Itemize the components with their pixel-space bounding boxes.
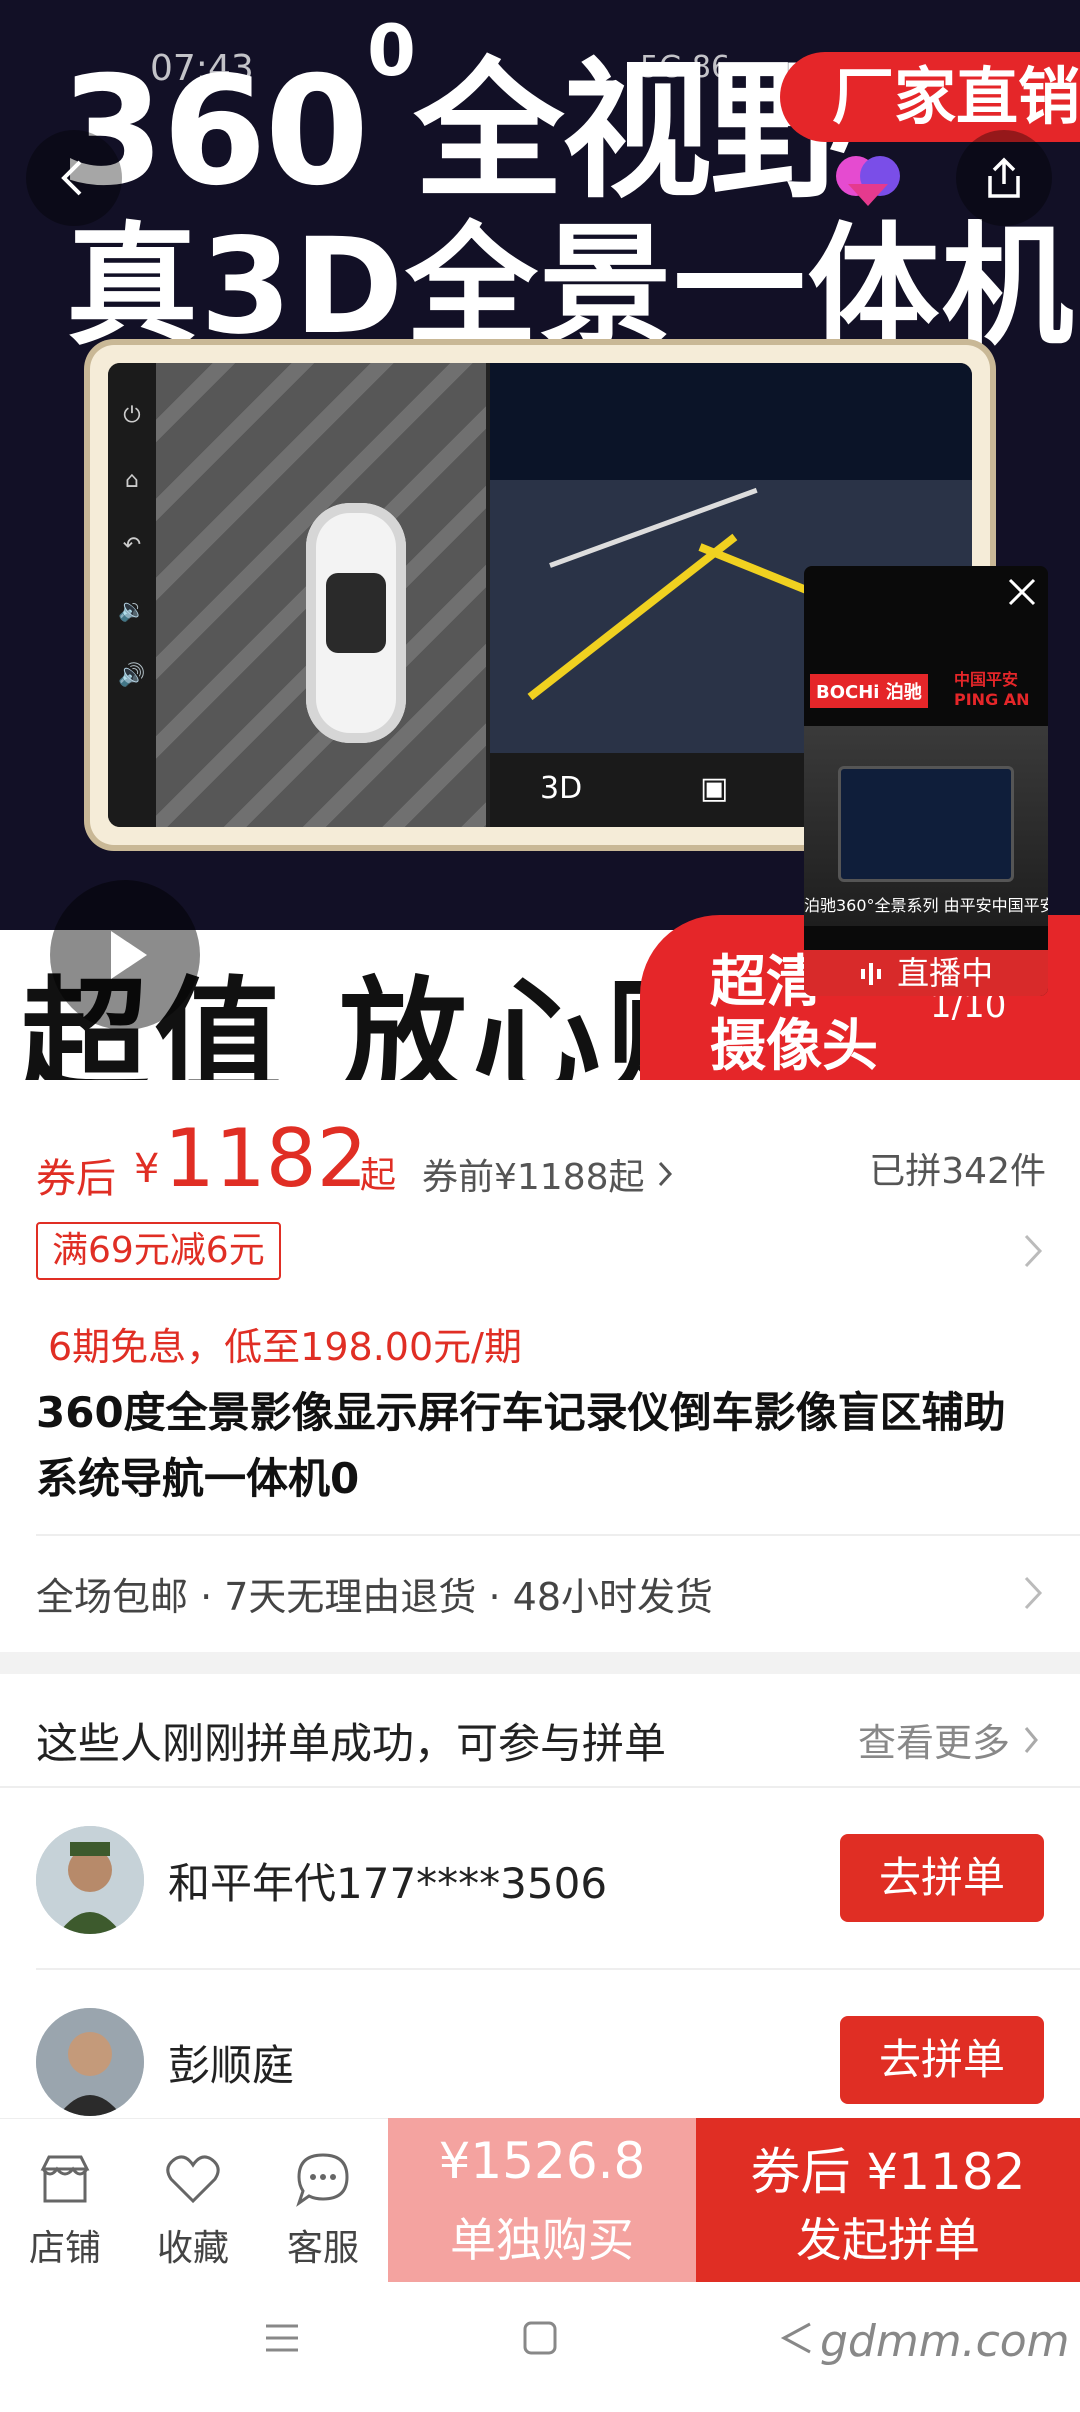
chat-icon: [296, 2153, 349, 2207]
hero-headline-line2: 真3D全景一体机: [66, 210, 1076, 364]
pingan-logo: 中国平安 PING AN: [954, 670, 1030, 709]
watermark: gdmm.com: [820, 2316, 1070, 2367]
birdseye-view: [156, 363, 486, 827]
price-suffix: 起: [360, 1155, 397, 1196]
chevron-right-icon[interactable]: [1022, 1232, 1044, 1270]
price-amount: 1182: [164, 1112, 368, 1205]
head-unit-side-buttons: ⏻ ⌂ ↶ 🔉 🔊: [108, 363, 156, 827]
store-icon: [40, 2155, 90, 2203]
price-currency: ¥: [134, 1146, 160, 1192]
back-nav-icon[interactable]: [776, 2318, 816, 2358]
favorite-label: 收藏: [156, 2228, 229, 2269]
status-time: 07:43: [150, 48, 254, 89]
price-prefix: 券后: [36, 1156, 116, 1202]
heart-icon: [166, 2155, 220, 2204]
divider: [0, 1786, 1080, 1788]
buy-alone-price: ¥1526.8: [438, 2132, 646, 2190]
avatar: [36, 2008, 144, 2116]
group-member-row: 和平年代177****3506 去拼单: [0, 1798, 1080, 1978]
buy-alone-button[interactable]: ¥1526.8 单独购买: [388, 2118, 696, 2282]
section-separator: [0, 1652, 1080, 1674]
factory-direct-badge: 厂家直销: [780, 52, 1080, 142]
sold-count: 已拼342件: [869, 1151, 1046, 1192]
live-badge: 直播中: [804, 950, 1048, 996]
store-button[interactable]: 店铺: [0, 2119, 130, 2283]
before-coupon-price[interactable]: 券前¥1188起: [422, 1148, 674, 1200]
start-group-buy-button[interactable]: 券后 ¥1182 发起拼单: [696, 2118, 1080, 2282]
group-buy-price: 券后 ¥1182: [750, 2143, 1026, 2201]
divider: [36, 1534, 1080, 1536]
join-group-button[interactable]: 去拼单: [840, 1834, 1044, 1922]
status-icons: 5G 86: [640, 50, 731, 85]
member-name: 彭顺庭: [168, 2041, 295, 2090]
mascot-icon[interactable]: [832, 150, 904, 210]
service-label: 客服: [286, 2228, 359, 2269]
store-label: 店铺: [28, 2228, 101, 2269]
price-row: 券后 ¥ 1182 起 券前¥1188起 已拼342件: [36, 1112, 1046, 1205]
member-name: 和平年代177****3506: [168, 1859, 608, 1908]
share-button[interactable]: [956, 130, 1052, 226]
live-caption: 泊驰360°全景系列 由平安中国平安承保: [804, 896, 1048, 915]
group-buy-heading: 这些人刚刚拼单成功，可参与拼单: [36, 1719, 667, 1768]
customer-service-button[interactable]: 客服: [258, 2119, 388, 2283]
service-guarantees[interactable]: 全场包邮 · 7天无理由退货 · 48小时发货: [36, 1566, 713, 1621]
menu-icon[interactable]: [262, 2318, 302, 2358]
car-topview: [306, 503, 406, 743]
avatar: [36, 1826, 144, 1934]
bochi-logo: BOCHi 泊驰: [810, 674, 928, 708]
chevron-right-icon: [1024, 1727, 1039, 1753]
promo-tag[interactable]: 满69元减6元: [36, 1222, 281, 1280]
favorite-button[interactable]: 收藏: [128, 2119, 258, 2283]
chevron-right-icon: [658, 1161, 673, 1187]
share-icon: [988, 157, 1020, 198]
see-more-link[interactable]: 查看更多: [858, 1712, 1040, 1767]
video-play-button[interactable]: [50, 880, 200, 1030]
home-icon[interactable]: [520, 2318, 560, 2358]
close-icon[interactable]: [1004, 574, 1040, 610]
chevron-left-icon: [61, 160, 82, 196]
buy-alone-label: 单独购买: [450, 2213, 634, 2267]
chevron-right-icon[interactable]: [1022, 1574, 1044, 1612]
play-icon: [111, 931, 147, 979]
installment-info: 6期免息，低至198.00元/期: [48, 1325, 522, 1369]
product-title: 360度全景影像显示屏行车记录仪倒车影像盲区辅助系统导航一体机0: [36, 1388, 1006, 1503]
divider: [36, 1968, 1080, 1970]
live-stream-popup[interactable]: BOCHi 泊驰 中国平安PING AN 泊驰360°全景系列 由平安中国平安承…: [804, 566, 1048, 996]
back-button[interactable]: [26, 130, 122, 226]
join-group-button[interactable]: 去拼单: [840, 2016, 1044, 2104]
live-wave-icon: [860, 963, 881, 985]
group-buy-label: 发起拼单: [796, 2213, 980, 2267]
